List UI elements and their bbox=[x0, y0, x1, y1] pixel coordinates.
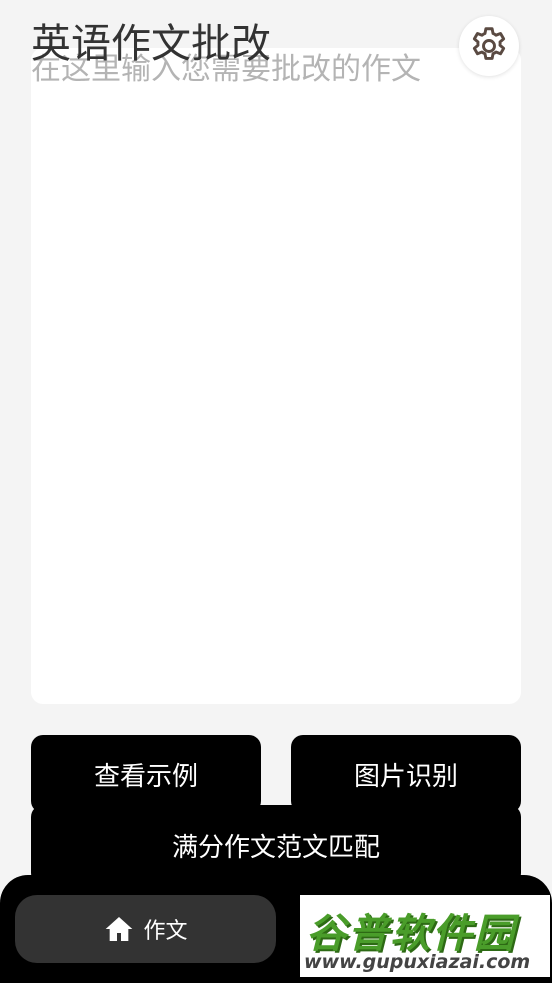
model-essay-match-button[interactable]: 满分作文范文匹配 bbox=[31, 805, 521, 885]
image-recognition-button[interactable]: 图片识别 bbox=[291, 735, 521, 813]
page-title: 英语作文批改 bbox=[31, 21, 271, 67]
nav-item-label: 作文 bbox=[143, 919, 188, 944]
essay-input[interactable] bbox=[31, 48, 521, 704]
watermark-url: www.gupuxiazai.com bbox=[304, 951, 531, 973]
nav-item-essay[interactable]: 作文 bbox=[15, 895, 276, 963]
watermark: 谷普软件园 www.gupuxiazai.com bbox=[300, 895, 550, 977]
settings-button[interactable] bbox=[459, 16, 519, 76]
view-example-button[interactable]: 查看示例 bbox=[31, 735, 261, 813]
essay-editor bbox=[31, 48, 521, 704]
gear-icon bbox=[472, 27, 506, 60]
home-icon bbox=[106, 917, 133, 941]
